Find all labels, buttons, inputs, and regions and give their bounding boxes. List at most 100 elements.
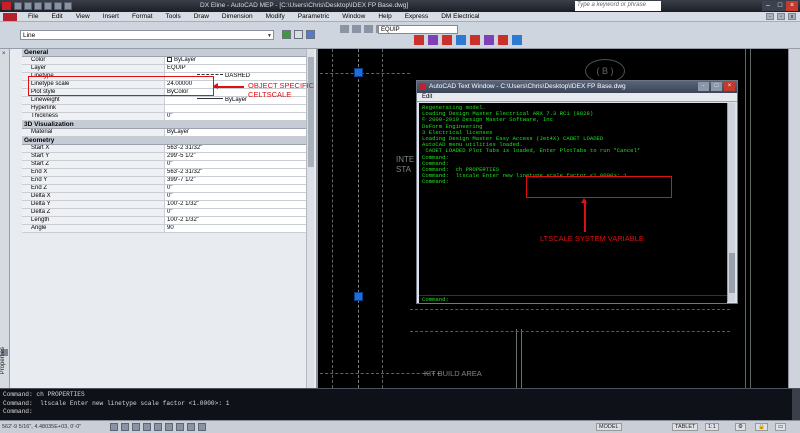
property-row-end-z[interactable]: End Z 0" [22,185,314,193]
snap-mode-icon[interactable] [110,423,118,431]
tablet-button[interactable]: TABLET [672,423,699,431]
workspace-gear-icon[interactable]: ⚙ [735,423,746,431]
property-value[interactable]: ByLayer [165,129,314,136]
layer-dropdown[interactable]: EQUIP [378,25,458,34]
property-value[interactable]: 563'-2 31/32" [165,145,314,152]
property-row-start-y[interactable]: Start Y 299'-5 1/2" [22,153,314,161]
menu-dimension[interactable]: Dimension [222,13,253,20]
property-value[interactable]: 0" [165,193,314,200]
property-row-delta-y[interactable]: Delta Y 100'-2 1/32" [22,201,314,209]
menu-draw[interactable]: Draw [194,13,209,20]
layer-on-icon[interactable] [364,25,373,33]
redo-icon[interactable] [54,2,62,10]
property-value[interactable]: 0" [165,185,314,192]
polar-mode-icon[interactable] [143,423,151,431]
text-window-command-input[interactable]: Command: [419,295,727,303]
ortho-mode-icon[interactable] [132,423,140,431]
doc-restore-button[interactable]: ▫ [777,13,785,20]
toggle-pickadd-icon[interactable] [282,30,291,39]
dm-tool-icon-7[interactable] [498,35,508,45]
dashed-line[interactable] [320,73,410,74]
text-window-maximize-button[interactable]: □ [711,82,722,91]
lock-icon[interactable]: 🔒 [755,423,768,431]
section-geometry[interactable]: Geometry ▲ [22,137,314,145]
help-search-input[interactable]: Type a keyword or phrase [575,1,661,11]
scrollbar-thumb[interactable] [729,253,735,293]
dm-tool-icon-8[interactable] [512,35,522,45]
clean-screen-icon[interactable]: ▭ [775,423,787,431]
save-icon[interactable] [34,2,42,10]
grid-mode-icon[interactable] [121,423,129,431]
property-value[interactable]: 399'-7 1/2" [165,177,314,184]
property-value[interactable]: 563'-2 31/32" [165,169,314,176]
property-value[interactable]: EQUIP [165,65,314,72]
menu-tools[interactable]: Tools [166,13,181,20]
property-row-end-x[interactable]: End X 563'-2 31/32" [22,169,314,177]
property-row-start-x[interactable]: Start X 563'-2 31/32" [22,145,314,153]
menu-insert[interactable]: Insert [103,13,119,20]
dashed-line[interactable] [382,49,383,388]
menu-dm-electrical[interactable]: DM Electrical [441,13,479,20]
property-value[interactable] [165,105,314,112]
doc-close-button[interactable]: x [788,13,796,20]
wall-line[interactable] [516,329,517,388]
dashed-line[interactable] [332,49,333,388]
menu-modify[interactable]: Modify [266,13,285,20]
minimize-button[interactable]: – [762,1,774,11]
undo-icon[interactable] [44,2,52,10]
property-value[interactable]: 100'-2 1/32" [165,201,314,208]
wall-line[interactable] [521,329,522,388]
menu-window[interactable]: Window [342,13,365,20]
property-row-length[interactable]: Length 100'-2 1/32" [22,217,314,225]
dyn-mode-icon[interactable] [187,423,195,431]
app-menu-icon[interactable] [3,13,17,21]
property-row-angle[interactable]: Angle 90 [22,225,314,233]
property-row-delta-x[interactable]: Delta X 0" [22,193,314,201]
autocad-logo-icon[interactable] [2,2,11,10]
object-type-dropdown[interactable]: Line ▼ [20,30,274,40]
dm-tool-icon-1[interactable] [414,35,424,45]
model-space-button[interactable]: MODEL [596,423,622,431]
property-row-hyperlink[interactable]: Hyperlink [22,105,314,113]
dm-tool-icon-3[interactable] [442,35,452,45]
property-row-end-y[interactable]: End Y 399'-7 1/2" [22,177,314,185]
menu-view[interactable]: View [76,13,90,20]
new-icon[interactable] [14,2,22,10]
command-line-scrollbar[interactable] [792,389,800,421]
grip-point[interactable] [354,68,363,77]
property-row-start-z[interactable]: Start Z 0" [22,161,314,169]
property-value[interactable]: 299'-5 1/2" [165,153,314,160]
section-general[interactable]: General ▲ [22,49,314,57]
section-3d-visualization[interactable]: 3D Visualization ▲ [22,121,314,129]
menu-edit[interactable]: Edit [51,13,62,20]
dashed-line[interactable] [410,309,730,310]
property-row-delta-z[interactable]: Delta Z 0" [22,209,314,217]
dm-tool-icon-6[interactable] [484,35,494,45]
dm-tool-icon-5[interactable] [470,35,480,45]
menu-help[interactable]: Help [378,13,391,20]
otrack-mode-icon[interactable] [165,423,173,431]
property-value[interactable]: 100'-2 1/32" [165,217,314,224]
property-value[interactable]: 0" [165,113,314,120]
property-value[interactable]: 90 [165,225,314,232]
lwt-mode-icon[interactable] [198,423,206,431]
layer-state-icon[interactable] [352,25,361,33]
quick-select-icon[interactable] [306,30,315,39]
grip-point[interactable] [354,292,363,301]
dm-tool-icon-4[interactable] [456,35,466,45]
doc-minimize-button[interactable]: - [766,13,774,20]
drawing-scrollbar[interactable] [788,49,800,388]
property-value[interactable]: ByLayer [165,57,314,64]
osnap-mode-icon[interactable] [154,423,162,431]
dm-tool-icon-2[interactable] [428,35,438,45]
wall-line[interactable] [750,49,751,388]
property-row-color[interactable]: Color ByLayer [22,57,314,65]
text-window-titlebar[interactable]: AutoCAD Text Window - C:\Users\Chris\Des… [417,81,737,93]
menu-express[interactable]: Express [405,13,428,20]
scrollbar-thumb[interactable] [308,57,314,167]
plot-icon[interactable] [64,2,72,10]
menu-file[interactable]: File [28,13,38,20]
open-icon[interactable] [24,2,32,10]
property-row-thickness[interactable]: Thickness 0" [22,113,314,121]
dashed-line[interactable] [410,331,730,332]
